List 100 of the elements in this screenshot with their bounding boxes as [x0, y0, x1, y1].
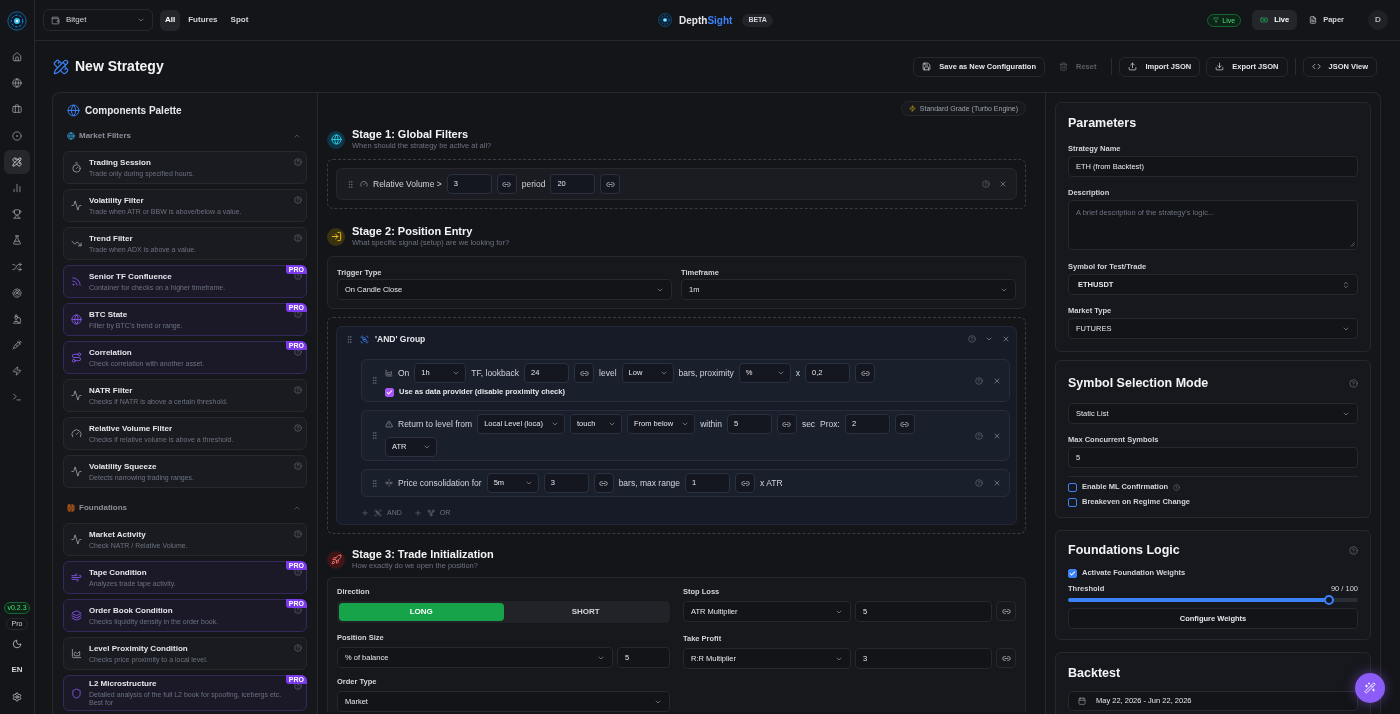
area-chart-icon — [385, 369, 393, 377]
palette-title: Components Palette — [85, 103, 182, 118]
drag-handle-icon[interactable] — [370, 376, 379, 385]
chevron-down-icon — [137, 16, 145, 24]
close-icon[interactable] — [993, 376, 1001, 385]
checkbox[interactable] — [1068, 482, 1077, 492]
palette-section-header[interactable]: Foundations — [63, 501, 307, 515]
checkbox[interactable] — [1068, 568, 1077, 578]
help-icon[interactable] — [294, 272, 302, 280]
settings-icon — [12, 692, 22, 702]
link-toggle-button[interactable] — [996, 648, 1016, 668]
pulse-line-icon — [71, 534, 82, 545]
help-icon[interactable] — [294, 386, 302, 394]
component-title: Volatility Filter — [89, 195, 145, 206]
component-title: Market Activity — [89, 529, 147, 540]
drag-handle-icon[interactable] — [345, 334, 354, 344]
help-icon[interactable] — [975, 479, 983, 487]
close-icon[interactable] — [999, 180, 1007, 188]
link-toggle-button[interactable] — [574, 363, 595, 383]
link-toggle-button[interactable] — [593, 473, 614, 493]
drag-handle-icon[interactable] — [370, 431, 379, 440]
link-toggle-button[interactable] — [496, 174, 517, 194]
market-tab[interactable]: All — [160, 9, 181, 31]
checkbox[interactable] — [1068, 497, 1077, 507]
component-title: Trend Filter — [89, 233, 134, 244]
condition-text: level — [599, 366, 617, 380]
help-icon[interactable] — [294, 644, 302, 652]
component-title: Senior TF Confluence — [89, 271, 173, 282]
drag-handle-icon[interactable] — [370, 478, 379, 488]
squeeze-icon — [385, 479, 393, 487]
link-toggle-button[interactable] — [776, 414, 797, 434]
link-toggle-button[interactable] — [735, 473, 756, 493]
globe-icon — [67, 103, 80, 117]
help-icon[interactable] — [294, 234, 302, 242]
close-icon[interactable] — [993, 431, 1001, 440]
close-icon[interactable] — [1002, 335, 1010, 343]
help-icon[interactable] — [294, 606, 302, 614]
help-icon[interactable] — [294, 196, 302, 204]
banknote-icon — [1260, 16, 1269, 24]
link-toggle-button[interactable] — [996, 601, 1016, 621]
help-icon[interactable] — [294, 530, 302, 538]
pulse-line-icon — [71, 466, 82, 477]
group-title: 'AND' Group — [375, 332, 426, 346]
help-icon[interactable] — [1349, 545, 1358, 555]
condition-text: within — [700, 417, 722, 431]
help-icon[interactable] — [982, 180, 990, 188]
area-chart-icon — [71, 648, 82, 659]
shuffle-icon — [12, 261, 22, 272]
trash-icon — [1059, 62, 1068, 71]
component-title: Level Proximity Condition — [89, 643, 189, 654]
component-title: Trading Session — [89, 157, 152, 168]
checkbox[interactable] — [385, 387, 394, 397]
close-icon[interactable] — [993, 479, 1001, 487]
help-icon[interactable] — [975, 431, 983, 440]
gauge-icon — [360, 180, 368, 188]
help-icon[interactable] — [968, 335, 976, 343]
palette-section-header[interactable]: Market Filters — [63, 129, 307, 143]
link-toggle-button[interactable] — [855, 363, 876, 383]
chevron-down-icon — [524, 479, 533, 487]
help-icon[interactable] — [294, 682, 302, 690]
chevron-down-icon — [776, 369, 785, 377]
globe-icon — [327, 130, 345, 149]
condition-text: bars, proximity — [678, 366, 734, 380]
collapse-toggle[interactable] — [985, 335, 993, 343]
funnel-icon — [1213, 17, 1220, 23]
market-tab[interactable]: Futures — [183, 9, 223, 31]
help-icon[interactable] — [294, 348, 302, 356]
help-icon[interactable] — [294, 158, 302, 166]
bar-chart-icon — [12, 182, 22, 193]
help-icon[interactable] — [1349, 378, 1358, 388]
market-tab[interactable]: Spot — [225, 9, 254, 31]
home-icon — [12, 52, 22, 62]
nav-button[interactable] — [4, 149, 30, 174]
save-icon — [922, 62, 932, 71]
link-toggle-button[interactable] — [894, 414, 915, 434]
drag-handle-icon[interactable] — [346, 179, 355, 189]
help-icon[interactable] — [1173, 483, 1181, 491]
exchange-dropdown[interactable]: Bitget — [43, 9, 153, 31]
direction-option[interactable]: SHORT — [503, 603, 668, 621]
help-icon[interactable] — [294, 568, 302, 576]
pencil-ruler-icon — [12, 156, 22, 167]
user-avatar[interactable]: D — [1368, 10, 1388, 30]
link-icon — [605, 179, 615, 189]
layers-icon — [71, 610, 82, 621]
pulse-line-icon — [71, 390, 82, 401]
pencil-ruler-icon — [53, 58, 69, 75]
link-toggle-button[interactable] — [600, 174, 621, 194]
fork-icon — [426, 509, 435, 517]
help-icon[interactable] — [975, 376, 983, 385]
language-button[interactable]: EN — [6, 660, 28, 680]
help-icon[interactable] — [294, 310, 302, 318]
condition-text: x ATR — [760, 476, 783, 490]
card-title: Symbol Selection Mode — [1068, 375, 1209, 391]
slider-thumb[interactable] — [1324, 595, 1334, 605]
globe-icon — [67, 132, 75, 140]
help-icon[interactable] — [294, 424, 302, 432]
help-icon[interactable] — [294, 462, 302, 470]
resize-handle-icon[interactable] — [1350, 242, 1355, 247]
component-title: Volatility Squeeze — [89, 461, 158, 472]
link-icon — [740, 478, 750, 488]
